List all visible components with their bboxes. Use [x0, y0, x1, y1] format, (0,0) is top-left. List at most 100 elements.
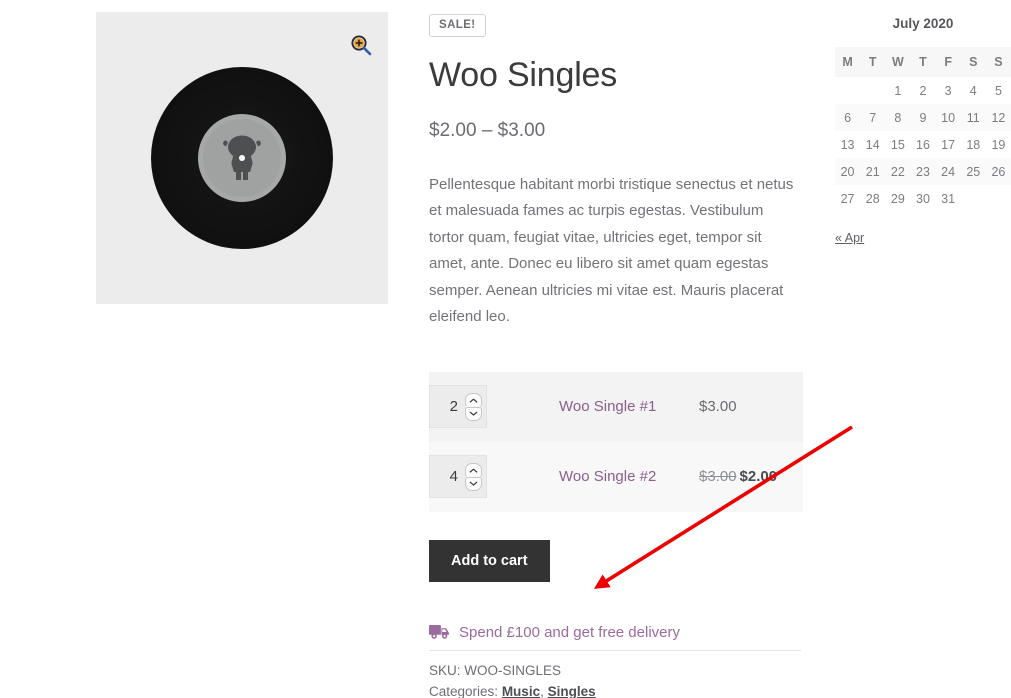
- product-label-cell: Woo Single #1: [559, 372, 699, 442]
- calendar-day: 12: [985, 104, 1011, 131]
- free-shipping-notice: Spend £100 and get free delivery: [429, 624, 801, 651]
- grouped-product-link[interactable]: Woo Single #2: [559, 468, 656, 485]
- category-separator: ,: [540, 683, 548, 698]
- sale-price: $2.00: [739, 467, 778, 485]
- calendar-day: 7: [860, 104, 886, 131]
- calendar-day: 17: [941, 137, 956, 152]
- product-meta: SKU: WOO-SINGLES Categories: Music, Sing…: [429, 660, 801, 698]
- calendar-prev-link[interactable]: « Apr: [835, 231, 864, 245]
- grouped-products-table: 2 Woo Single #1 $3.00 4 Woo Single #2 $3.00 $2…: [429, 371, 803, 512]
- calendar-head: MTWTFSS: [835, 47, 1011, 77]
- calendar-day: 30: [916, 191, 930, 206]
- quantity-cell: 2: [429, 372, 559, 442]
- product-summary: SALE! Woo Singles $2.00 – $3.00 Pellente…: [429, 0, 803, 698]
- calendar-day: 29: [890, 191, 905, 206]
- grouped-product-price: $3.00 $2.00: [699, 468, 777, 485]
- calendar-day: 8: [885, 104, 911, 131]
- calendar-week-row: 13 14 15 16 17 18 19: [835, 131, 1011, 158]
- sku-line: SKU: WOO-SINGLES: [429, 660, 801, 681]
- calendar-weekday: T: [860, 47, 886, 77]
- sku-value: WOO-SINGLES: [464, 662, 562, 678]
- table-row: 4 Woo Single #2 $3.00 $2.00: [429, 441, 803, 512]
- calendar-day: 5: [994, 83, 1002, 98]
- calendar-day: 15: [890, 137, 905, 152]
- calendar-day: 13: [840, 137, 855, 152]
- calendar-weekday: F: [935, 47, 961, 77]
- calendar-day: 1: [894, 83, 902, 98]
- categories-line: Categories: Music, Singles: [429, 681, 801, 698]
- regular-price: $3.00: [699, 467, 737, 485]
- calendar-day: 6: [835, 104, 861, 131]
- calendar-day: 20: [835, 158, 861, 185]
- calendar-nav: « Apr: [835, 231, 1011, 245]
- short-description: Pellentesque habitant morbi tristique se…: [429, 175, 794, 326]
- calendar-day: 27: [840, 191, 855, 206]
- quantity-spinner: [465, 392, 482, 421]
- quantity-cell: 4: [429, 442, 559, 512]
- quantity-input[interactable]: 2: [450, 399, 465, 414]
- quantity-increment-button[interactable]: [465, 392, 482, 407]
- product-gallery[interactable]: [96, 12, 388, 304]
- calendar-day-empty: [860, 77, 885, 104]
- magnifier-plus-icon[interactable]: [350, 34, 372, 56]
- table-row: 2 Woo Single #1 $3.00: [429, 371, 803, 442]
- categories-list: Music, Singles: [502, 684, 596, 698]
- calendar-weekday: M: [835, 47, 861, 77]
- chevron-up-icon: [469, 398, 478, 403]
- calendar-day: 10: [935, 104, 961, 131]
- grouped-product-price: $3.00: [699, 397, 737, 415]
- calendar-body: 1 2 3 4 5 6 7 8 9 10 11 12 13 14 15 16 17 18 19 20 21 22 23 24 2…: [835, 77, 1011, 212]
- calendar-day: 2: [919, 83, 927, 98]
- calendar-day: 3: [944, 83, 952, 98]
- calendar-day: 4: [969, 83, 977, 98]
- calendar-day: 31: [941, 191, 956, 206]
- chevron-down-icon: [469, 481, 478, 486]
- calendar-day: 11: [960, 104, 986, 131]
- calendar-weekday: S: [960, 47, 986, 77]
- product-image[interactable]: [96, 12, 388, 304]
- calendar-day: 14: [865, 137, 880, 152]
- calendar-day-empty: [835, 77, 860, 104]
- calendar-day-empty: [961, 185, 986, 212]
- calendar-day: 24: [935, 158, 961, 185]
- free-shipping-text: Spend £100 and get free delivery: [459, 623, 680, 641]
- calendar-weekday: S: [985, 47, 1011, 77]
- category-link[interactable]: Singles: [548, 684, 596, 698]
- calendar-day-empty: [986, 185, 1011, 212]
- product-page: SALE! Woo Singles $2.00 – $3.00 Pellente…: [0, 0, 1011, 698]
- category-link[interactable]: Music: [502, 684, 540, 698]
- calendar-day: 19: [991, 137, 1006, 152]
- price-cell: $3.00: [699, 372, 803, 442]
- calendar-day: 21: [860, 158, 886, 185]
- quantity-increment-button[interactable]: [465, 462, 482, 477]
- grouped-product-link[interactable]: Woo Single #1: [559, 398, 656, 415]
- calendar-day: 25: [960, 158, 986, 185]
- calendar-day: 23: [910, 158, 936, 185]
- price-cell: $3.00 $2.00: [699, 442, 803, 512]
- calendar-widget: MTWTFSS 1 2 3 4 5 6 7 8 9 10 11 12 13 14 15 16 17 18 19 20 2…: [835, 47, 1011, 212]
- price-range: $2.00 – $3.00: [429, 119, 546, 141]
- sidebar-widget-area: July 2020 MTWTFSS 1 2 3 4 5 6 7 8 9 10 11 12 13 14 15 1…: [835, 16, 1011, 245]
- chevron-up-icon: [469, 468, 478, 473]
- calendar-weekday: W: [885, 47, 911, 77]
- vinyl-record-icon: [151, 67, 333, 249]
- calendar-day: 28: [865, 191, 880, 206]
- add-to-cart-button[interactable]: Add to cart: [429, 539, 550, 582]
- calendar-day: 9: [910, 104, 936, 131]
- quantity-input[interactable]: 4: [450, 469, 465, 484]
- calendar-day: 22: [885, 158, 911, 185]
- delivery-truck-icon: [429, 625, 450, 640]
- categories-label: Categories:: [429, 683, 499, 698]
- calendar-week-row: 27 28 29 30 31: [835, 185, 1011, 212]
- quantity-stepper[interactable]: 4: [429, 455, 487, 499]
- quantity-stepper[interactable]: 2: [429, 385, 487, 429]
- sale-badge: SALE!: [429, 14, 486, 37]
- sku-label: SKU:: [429, 662, 461, 678]
- quantity-decrement-button[interactable]: [465, 476, 482, 491]
- calendar-week-row: 1 2 3 4 5: [835, 77, 1011, 104]
- quantity-decrement-button[interactable]: [465, 406, 482, 421]
- product-label-cell: Woo Single #2: [559, 442, 699, 512]
- calendar-day: 26: [985, 158, 1011, 185]
- page-title: Woo Singles: [429, 55, 618, 94]
- quantity-spinner: [465, 462, 482, 491]
